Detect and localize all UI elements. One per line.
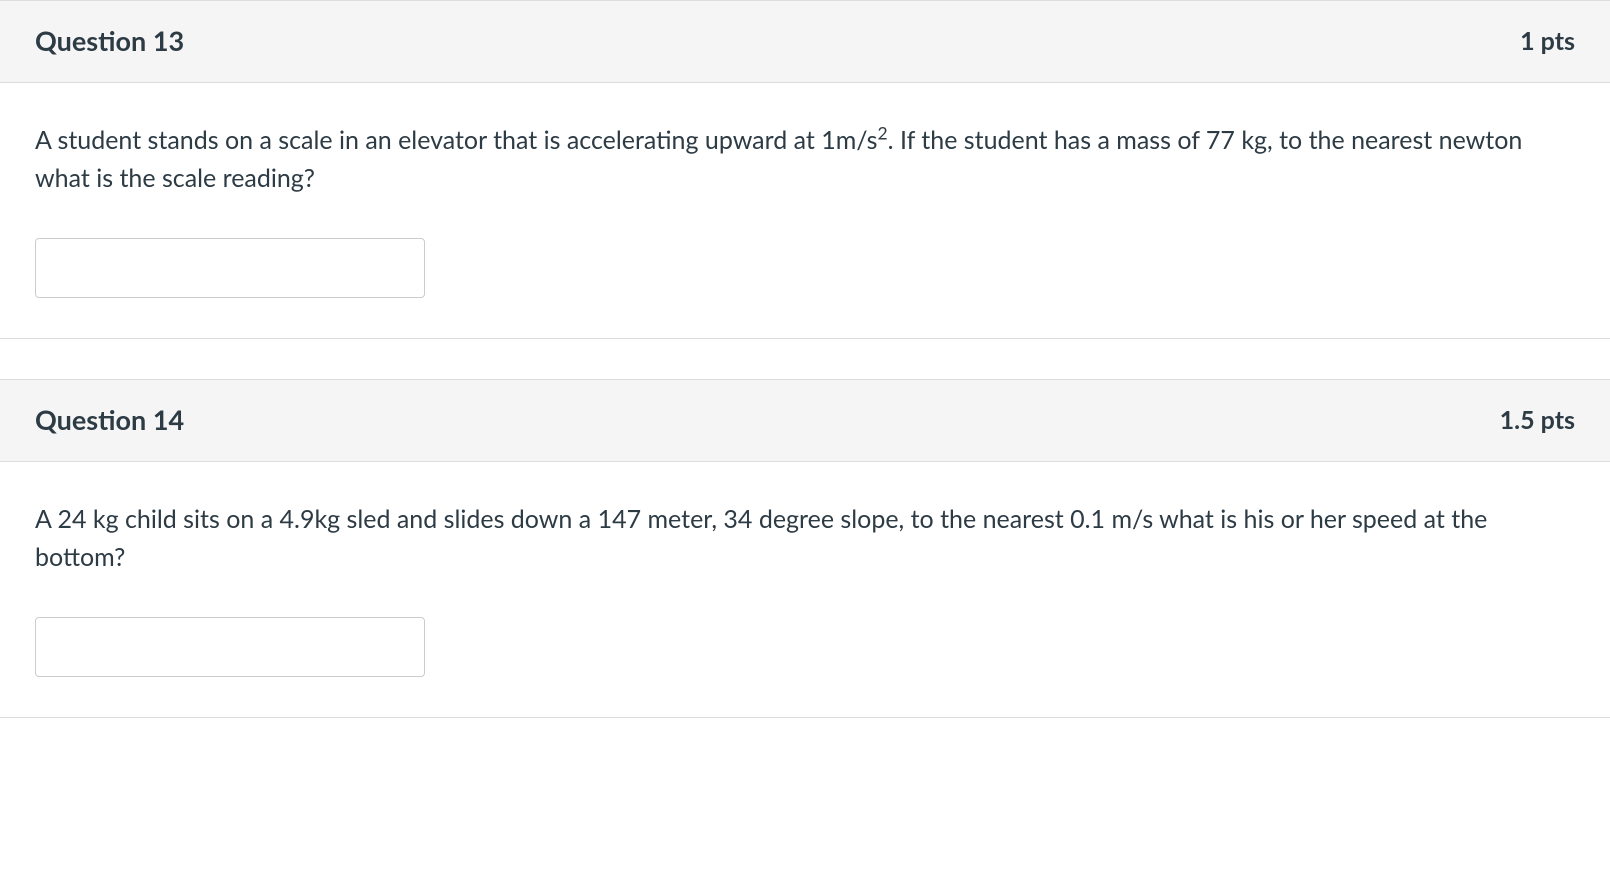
question-points: 1 pts [1520,23,1575,61]
question-block-14: Question 14 1.5 pts A 24 kg child sits o… [0,379,1610,718]
question-body: A 24 kg child sits on a 4.9kg sled and s… [0,462,1610,718]
question-title: Question 14 [35,400,184,441]
question-header: Question 14 1.5 pts [0,380,1610,462]
question-block-13: Question 13 1 pts A student stands on a … [0,0,1610,339]
answer-input[interactable] [35,238,425,298]
question-body: A student stands on a scale in an elevat… [0,83,1610,339]
question-text-pre: A 24 kg child sits on a 4.9kg sled and s… [35,504,1487,573]
question-header: Question 13 1 pts [0,1,1610,83]
question-text: A student stands on a scale in an elevat… [35,121,1575,199]
question-title: Question 13 [35,21,184,62]
question-points: 1.5 pts [1500,402,1575,440]
answer-input[interactable] [35,617,425,677]
question-text: A 24 kg child sits on a 4.9kg sled and s… [35,500,1575,578]
question-text-pre: A student stands on a scale in an elevat… [35,125,878,155]
question-text-sup: 2 [878,122,888,143]
